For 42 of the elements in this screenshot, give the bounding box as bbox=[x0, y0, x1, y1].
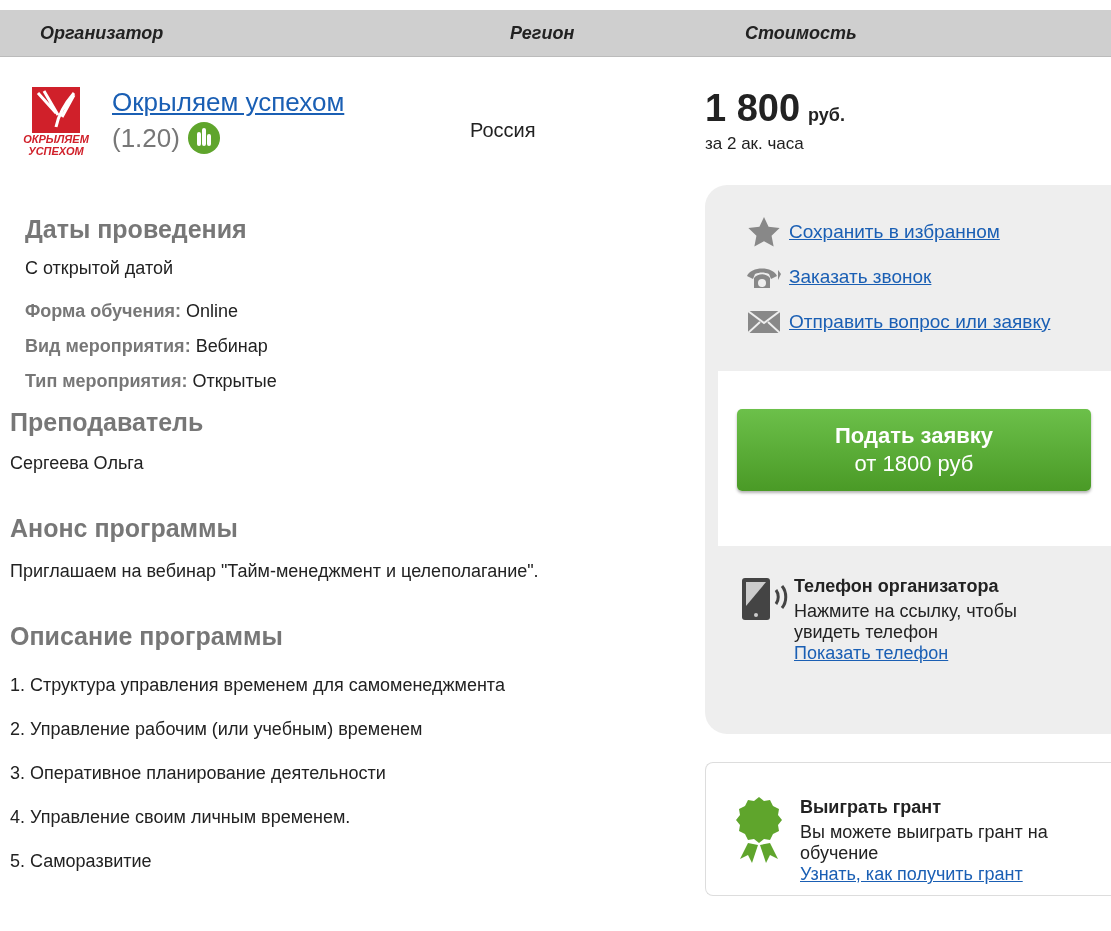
section-heading: Преподаватель bbox=[10, 408, 205, 437]
organizer-link[interactable]: Окрыляем успехом bbox=[112, 87, 345, 117]
price-amount: 1 800 bbox=[705, 87, 801, 129]
envelope-icon bbox=[748, 310, 780, 333]
action-link[interactable]: Отправить вопрос или заявку bbox=[789, 310, 1051, 333]
property-text: Форма обучения: Online bbox=[25, 301, 240, 322]
list-item: 4. Управление своим личным временем. bbox=[10, 807, 352, 827]
section-heading: Анонс программы bbox=[10, 514, 239, 543]
section-heading: Описание программы bbox=[10, 622, 284, 651]
grant-link[interactable]: Узнать, как получить грант bbox=[800, 864, 1023, 884]
apply-button[interactable]: Подать заявку от 1800 руб bbox=[737, 409, 1091, 491]
logo-text: УСПЕХОМ bbox=[28, 145, 84, 157]
grant-title: Выиграть грант bbox=[800, 797, 942, 818]
phone-title: Телефон организатора bbox=[794, 576, 1000, 597]
rating-value: (1.20) bbox=[112, 122, 180, 154]
property-text: Вид мероприятия: Вебинар bbox=[25, 336, 269, 357]
list-item: 3. Оперативное планирование деятельности bbox=[10, 763, 387, 783]
phone-hint: Нажмите на ссылку, чтобы увидеть телефон bbox=[794, 601, 1018, 643]
star-icon bbox=[748, 216, 780, 247]
price-currency: руб. bbox=[808, 105, 845, 125]
column-header: Регион bbox=[510, 22, 575, 44]
action-link[interactable]: Заказать звонок bbox=[789, 265, 932, 288]
price-duration: за 2 ак. часа bbox=[705, 134, 805, 154]
section-heading: Даты проведения bbox=[25, 215, 248, 244]
list-item: 1. Структура управления временем для самоменеджмента bbox=[10, 675, 506, 695]
logo-icon bbox=[32, 87, 80, 133]
action-link[interactable]: Сохранить в избранном bbox=[789, 220, 1000, 243]
property-text: Тип мероприятия: Открытые bbox=[25, 371, 278, 392]
dates-text: С открытой датой bbox=[25, 258, 175, 279]
column-header: Стоимость bbox=[745, 22, 857, 44]
column-header: Организатор bbox=[40, 22, 164, 44]
teacher-name: Сергеева Ольга bbox=[10, 453, 145, 474]
grant-text: Вы можете выиграть грант на обучение bbox=[800, 822, 1049, 864]
region-text: Россия bbox=[470, 118, 536, 142]
list-item: 2. Управление рабочим (или учебным) временем bbox=[10, 719, 424, 739]
bar-chart-icon[interactable] bbox=[187, 122, 220, 154]
logo-text: ОКРЫЛЯЕМ bbox=[23, 133, 89, 145]
list-item: 5. Саморазвитие bbox=[10, 851, 153, 871]
show-phone-link[interactable]: Показать телефон bbox=[794, 643, 949, 663]
announce-text: Приглашаем на вебинар "Тайм-менеджмент и целеполагание". bbox=[10, 561, 540, 582]
award-icon bbox=[736, 797, 782, 863]
smartphone-icon bbox=[740, 576, 790, 622]
